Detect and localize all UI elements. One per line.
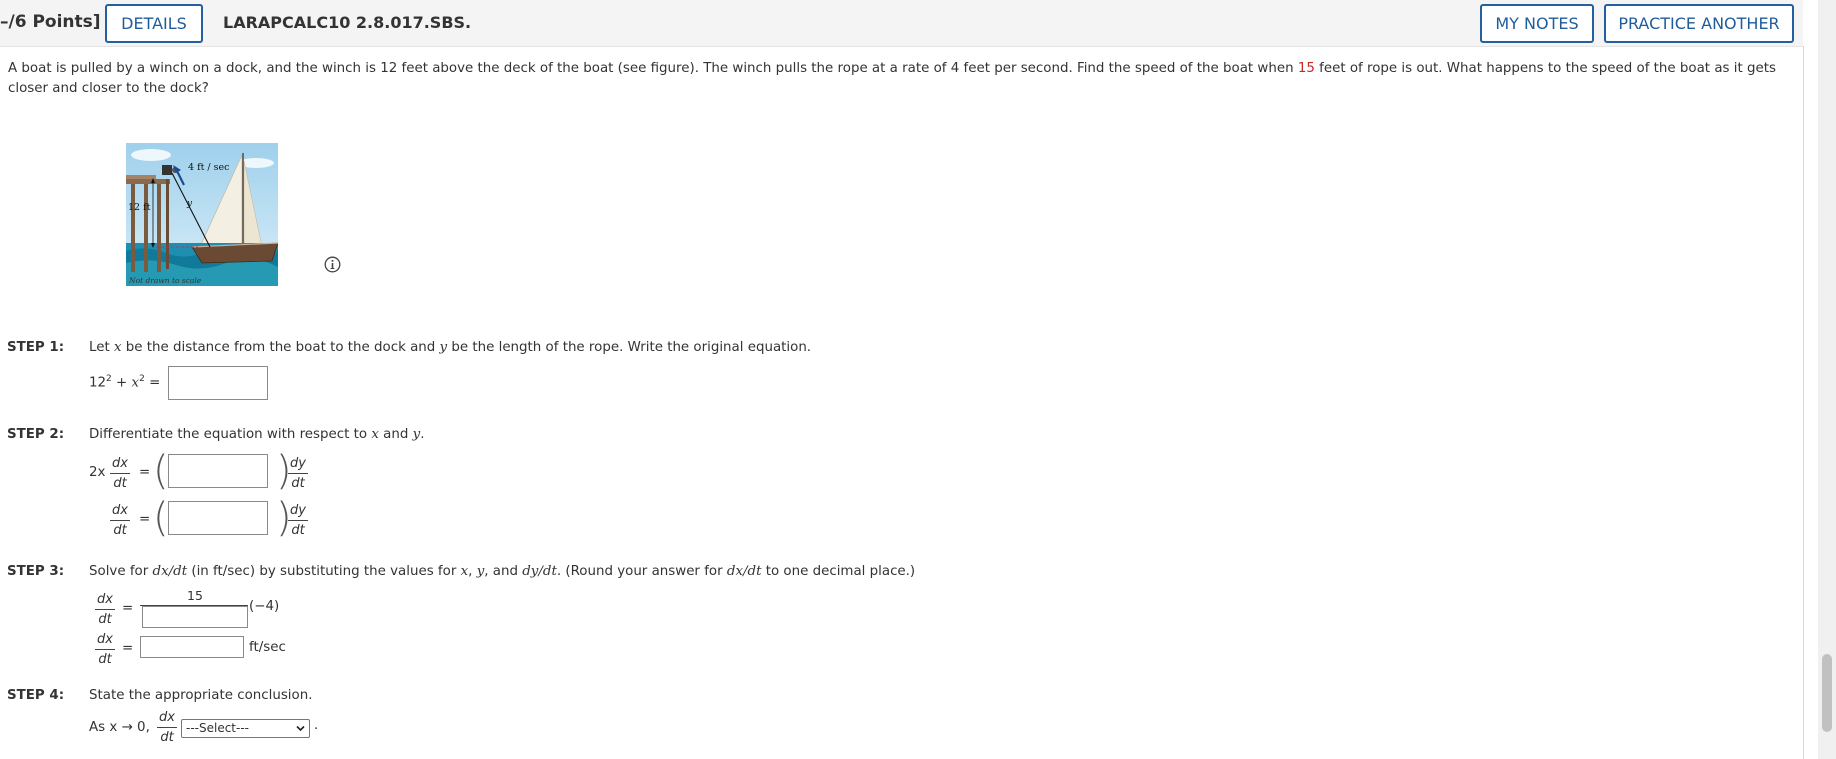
step3-dxdt2: dx/dt [726, 564, 762, 579]
step3-label: STEP 3: [7, 564, 65, 579]
scrollbar-thumb[interactable] [1822, 654, 1832, 732]
step2-fraction-bar [288, 520, 308, 521]
left-paren: ( [153, 495, 169, 541]
step2-answer-field-2[interactable] [168, 501, 268, 535]
numerator-value: 15 [187, 588, 203, 603]
step4-dx-num: dx [159, 710, 175, 725]
step1-instr-a: Let [89, 340, 114, 355]
step3-instr-d: , and [484, 564, 523, 579]
problem-id: LARAPCALC10 2.8.017.SBS. [223, 13, 472, 32]
eq-equals: = [144, 375, 161, 391]
step3-dx-num: dx [97, 632, 113, 647]
conclusion-select[interactable]: ---Select--- [181, 719, 310, 738]
chevron-down-icon [296, 725, 305, 732]
practice-another-button[interactable]: PRACTICE ANOTHER [1604, 4, 1794, 43]
boat-winch-figure: 4 ft / sec 12 ft y Not drawn to scale [126, 143, 279, 286]
step1-var-x: x [113, 340, 122, 355]
select-value: ---Select--- [186, 721, 249, 735]
step3-instructions: Solve for dx/dt (in ft/sec) by substitut… [89, 564, 915, 579]
step4-fraction-bar [157, 727, 177, 728]
step3-denominator-field[interactable] [142, 606, 248, 628]
step3-instr-b: (in ft/sec) by substituting the values f… [187, 564, 461, 579]
rope-label: y [186, 199, 193, 209]
step3-dydt: dy/dt [522, 564, 557, 579]
rate-label: 4 ft / sec [188, 162, 229, 173]
step1-instructions: Let x be the distance from the boat to t… [89, 340, 811, 355]
step2-var-x: x [371, 427, 379, 442]
step3-dx-num: dx [97, 592, 113, 607]
step3-equals-2: = [122, 641, 134, 656]
left-paren: ( [153, 448, 169, 494]
step3-answer-field[interactable] [140, 636, 244, 658]
step3-fraction-bar [95, 649, 115, 650]
step2-dt-den: dt [291, 476, 305, 491]
step4-dt-den: dt [160, 730, 174, 745]
step2-dx-num: dx [112, 503, 128, 518]
step2-fraction-bar [110, 473, 130, 474]
eq-base: 12 [89, 375, 107, 391]
step4-period: . [314, 718, 319, 733]
step2-dt-den: dt [291, 523, 305, 538]
step2-equals-1: = [139, 465, 151, 480]
step2-label: STEP 2: [7, 427, 65, 442]
step2-dy-num: dy [290, 503, 306, 518]
info-icon[interactable] [324, 256, 341, 273]
points-label: –/6 Points] [0, 12, 101, 32]
step2-fraction-bar [110, 520, 130, 521]
step2-answer-field-1[interactable] [168, 454, 268, 488]
step3-fraction-bar [95, 609, 115, 610]
step2-dy-num: dy [290, 456, 306, 471]
step2-dt-den: dt [113, 476, 127, 491]
details-button[interactable]: DETAILS [105, 4, 203, 43]
step3-instr-e: . (Round your answer for [556, 564, 727, 579]
step2-equals-2: = [139, 512, 151, 527]
problem-text-1: A boat is pulled by a winch on a dock, a… [8, 61, 1298, 76]
step1-instr-b: be the distance from the boat to the doc… [121, 340, 440, 355]
step2-coefficient: 2x [89, 465, 106, 480]
step2-fraction-bar [288, 473, 308, 474]
rope-length-value: 15 [1297, 61, 1315, 76]
step3-instr-f: to one decimal place.) [761, 564, 916, 579]
step3-dt-den: dt [98, 652, 112, 667]
step4-instructions: State the appropriate conclusion. [89, 688, 313, 703]
my-notes-button[interactable]: MY NOTES [1480, 4, 1594, 43]
step3-dt-den: dt [98, 612, 112, 627]
scrollbar-track[interactable] [1818, 0, 1836, 759]
step1-equation: 122 + x2 = [89, 374, 160, 390]
header-bar: –/6 Points] DETAILS LARAPCALC10 2.8.017.… [0, 0, 1803, 47]
problem-statement: A boat is pulled by a winch on a dock, a… [8, 59, 1798, 98]
step3-instr-a: Solve for [89, 564, 153, 579]
step3-factor: (−4) [249, 599, 280, 614]
step3-dxdt: dx/dt [152, 564, 188, 579]
height-label: 12 ft [128, 202, 151, 213]
step2-instr-c: . [420, 427, 425, 442]
step2-dt-den: dt [113, 523, 127, 538]
figure-caption: Not drawn to scale [128, 276, 202, 285]
step1-instr-c: be the length of the rope. Write the ori… [447, 340, 812, 355]
eq-plus: + [111, 375, 132, 391]
step3-instr-c: , [468, 564, 477, 579]
figure-illustration: 4 ft / sec 12 ft y Not drawn to scale [126, 143, 279, 286]
eq-x: x [131, 375, 140, 391]
step3-equals-1: = [122, 601, 134, 616]
step2-dx-num: dx [112, 456, 128, 471]
step4-label: STEP 4: [7, 688, 65, 703]
step2-instr-a: Differentiate the equation with respect … [89, 427, 372, 442]
step1-var-y: y [439, 340, 448, 355]
step4-as-text: As x → 0, [89, 720, 150, 735]
step2-instructions: Differentiate the equation with respect … [89, 427, 424, 442]
step2-instr-b: and [378, 427, 413, 442]
step1-label: STEP 1: [7, 340, 65, 355]
step1-answer-field[interactable] [168, 366, 268, 400]
step3-unit: ft/sec [249, 640, 286, 655]
